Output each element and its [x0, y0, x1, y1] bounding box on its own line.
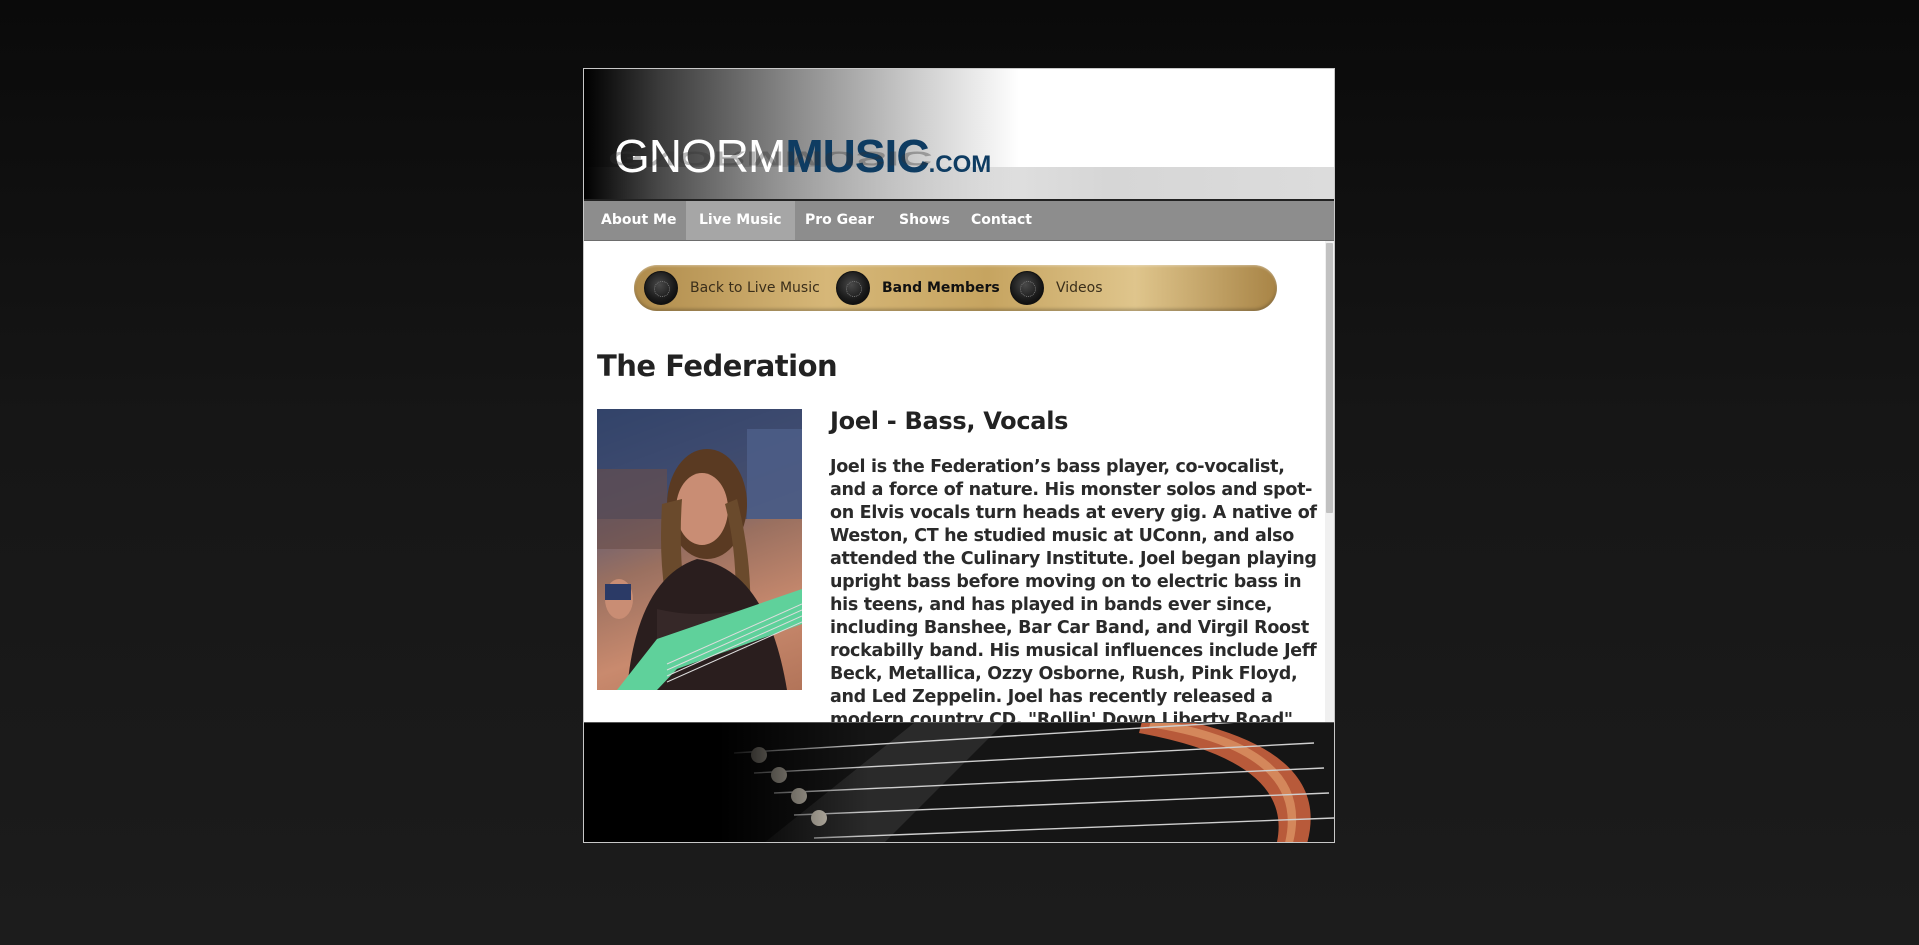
- content-scrollbar[interactable]: [1325, 241, 1334, 722]
- site-container: GNORMMUSIC.COM GNORMMUSIC About Me Live …: [583, 68, 1335, 843]
- subnav-videos[interactable]: Videos: [1010, 270, 1103, 306]
- main-nav: About Me Live Music Pro Gear Shows Conta…: [584, 201, 1334, 241]
- scrollbar-thumb[interactable]: [1326, 243, 1333, 513]
- subnav-back-to-live-music[interactable]: Back to Live Music: [644, 270, 820, 306]
- page-title: The Federation: [597, 349, 838, 383]
- subnav-label: Back to Live Music: [690, 280, 820, 296]
- volume-knob-icon: [644, 271, 678, 305]
- logo-part-com: .COM: [928, 151, 992, 178]
- nav-item-shows[interactable]: Shows: [886, 201, 963, 240]
- member-name: Joel - Bass, Vocals: [830, 407, 1069, 435]
- site-header: GNORMMUSIC.COM GNORMMUSIC: [584, 69, 1334, 201]
- nav-item-contact[interactable]: Contact: [958, 201, 1045, 240]
- subnav-band-members[interactable]: Band Members: [836, 270, 1000, 306]
- subnav-label: Band Members: [882, 280, 1000, 296]
- volume-knob-icon: [836, 271, 870, 305]
- subnav-label: Videos: [1056, 280, 1103, 296]
- footer-guitar-image: [584, 722, 1334, 842]
- member-photo: [597, 409, 802, 690]
- volume-knob-icon: [1010, 271, 1044, 305]
- sub-nav: Back to Live Music Band Members Videos: [634, 265, 1277, 311]
- nav-item-pro-gear[interactable]: Pro Gear: [792, 201, 887, 240]
- guitar-strings-image: [584, 723, 1334, 842]
- logo-reflection: GNORMMUSIC: [608, 147, 933, 171]
- member-photo-image: [597, 409, 802, 690]
- nav-item-live-music[interactable]: Live Music: [686, 201, 795, 240]
- main-content: Back to Live Music Band Members Videos T…: [584, 241, 1334, 722]
- member-bio: Joel is the Federation’s bass player, co…: [830, 457, 1317, 722]
- nav-item-about-me[interactable]: About Me: [588, 201, 689, 240]
